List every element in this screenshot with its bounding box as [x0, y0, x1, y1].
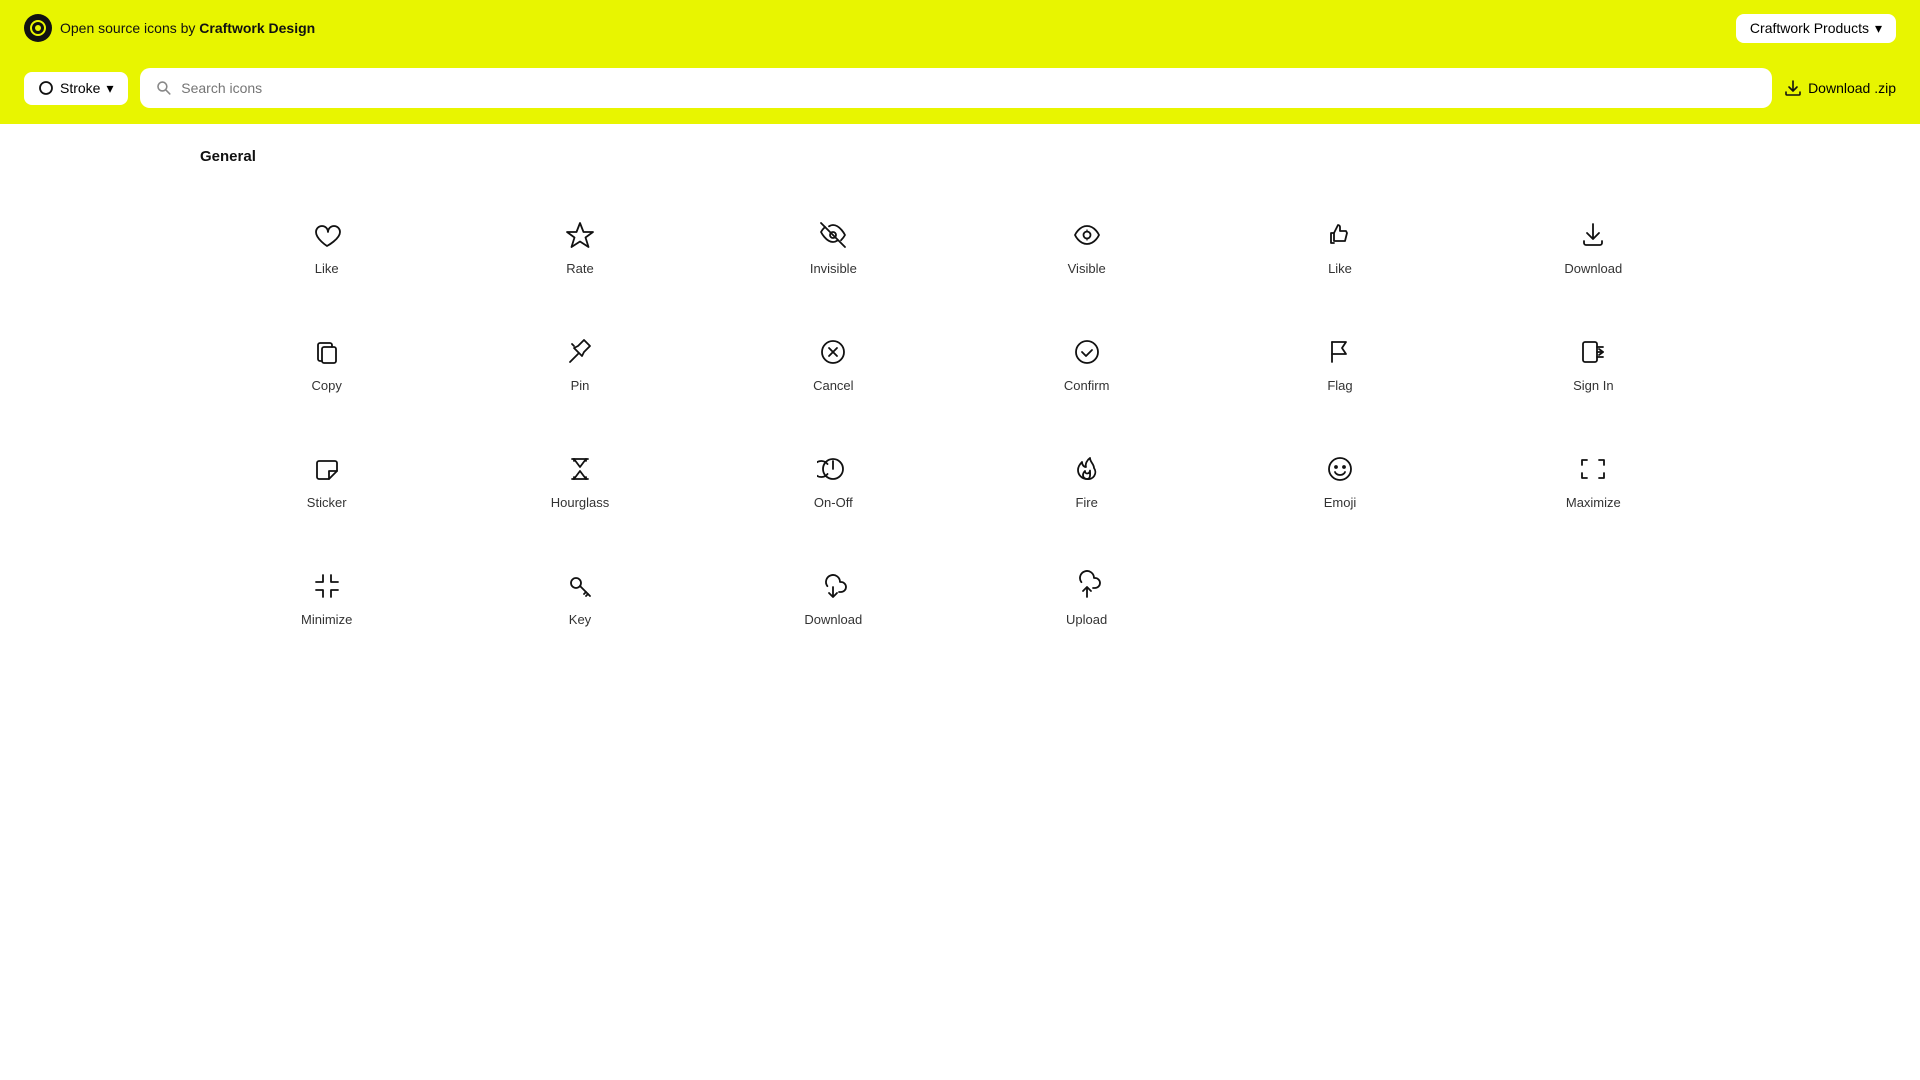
icon-label: Confirm — [1064, 378, 1110, 393]
icon-item-sign-in[interactable]: Sign In — [1467, 306, 1720, 423]
top-bar-left: Open source icons by Craftwork Design — [24, 14, 315, 42]
search-bar: Stroke ▾ Download .zip — [0, 56, 1920, 124]
craftwork-products-button[interactable]: Craftwork Products ▾ — [1736, 14, 1896, 43]
copy-doc-icon — [311, 336, 343, 368]
cancel-circle-icon — [817, 336, 849, 368]
search-icon — [156, 80, 172, 96]
maximize-icon — [1577, 453, 1609, 485]
download-arrow-icon — [1577, 219, 1609, 251]
icon-label: Invisible — [810, 261, 857, 276]
upload-cloud-icon — [1071, 570, 1103, 602]
sign-in-icon — [1577, 336, 1609, 368]
icon-item-fire[interactable]: Fire — [960, 423, 1213, 540]
top-bar-right: Craftwork Products ▾ — [1736, 14, 1896, 43]
icon-label: Flag — [1327, 378, 1352, 393]
craftwork-logo — [24, 14, 52, 42]
icon-label: Upload — [1066, 612, 1107, 627]
icon-label: Like — [1328, 261, 1352, 276]
icon-label: Emoji — [1324, 495, 1357, 510]
icon-item-cancel[interactable]: Cancel — [707, 306, 960, 423]
like-thumb-icon — [1324, 219, 1356, 251]
confirm-check-icon — [1071, 336, 1103, 368]
icon-item-like-thumb[interactable]: Like — [1213, 189, 1466, 306]
icon-label: Fire — [1075, 495, 1097, 510]
icon-label: Copy — [311, 378, 341, 393]
icon-item-visible[interactable]: Visible — [960, 189, 1213, 306]
icon-label: Pin — [571, 378, 590, 393]
visible-eye-icon — [1071, 219, 1103, 251]
icon-item-upload[interactable]: Upload — [960, 540, 1213, 657]
flag-icon — [1324, 336, 1356, 368]
minimize-icon — [311, 570, 343, 602]
icon-label: Hourglass — [551, 495, 610, 510]
on-off-icon — [817, 453, 849, 485]
icon-label: Visible — [1068, 261, 1106, 276]
icon-item-sticker[interactable]: Sticker — [200, 423, 453, 540]
icon-item-hourglass[interactable]: Hourglass — [453, 423, 706, 540]
icon-label: Maximize — [1566, 495, 1621, 510]
sticker-icon — [311, 453, 343, 485]
icon-label: Download — [1564, 261, 1622, 276]
icon-grid: Like Rate Invisible — [200, 189, 1720, 657]
icon-label: Minimize — [301, 612, 352, 627]
icon-label: Rate — [566, 261, 593, 276]
download-cloud-icon — [817, 570, 849, 602]
icon-label: Like — [315, 261, 339, 276]
icon-label: On-Off — [814, 495, 853, 510]
circle-stroke-icon — [38, 80, 54, 96]
icon-label: Cancel — [813, 378, 853, 393]
search-input[interactable] — [181, 80, 1756, 96]
like-heart-icon — [311, 219, 343, 251]
rate-star-icon — [564, 219, 596, 251]
icon-item-download[interactable]: Download — [1467, 189, 1720, 306]
icon-item-minimize[interactable]: Minimize — [200, 540, 453, 657]
icon-item-flag[interactable]: Flag — [1213, 306, 1466, 423]
download-zip-button[interactable]: Download .zip — [1784, 79, 1896, 97]
invisible-eye-icon — [817, 219, 849, 251]
section-label: General — [200, 148, 1720, 165]
key-icon — [564, 570, 596, 602]
emoji-icon — [1324, 453, 1356, 485]
icon-item-copy[interactable]: Copy — [200, 306, 453, 423]
icon-item-confirm[interactable]: Confirm — [960, 306, 1213, 423]
pin-icon — [564, 336, 596, 368]
stroke-selector-button[interactable]: Stroke ▾ — [24, 72, 128, 105]
icon-label: Sign In — [1573, 378, 1613, 393]
icon-item-download2[interactable]: Download — [707, 540, 960, 657]
download-zip-icon — [1784, 79, 1802, 97]
main-content: General Like Rate Invisible — [0, 124, 1920, 681]
icon-label: Download — [804, 612, 862, 627]
top-bar-tagline: Open source icons by Craftwork Design — [60, 20, 315, 36]
hourglass-icon — [564, 453, 596, 485]
icon-label: Key — [569, 612, 591, 627]
icon-item-key[interactable]: Key — [453, 540, 706, 657]
icon-item-like-heart[interactable]: Like — [200, 189, 453, 306]
products-chevron-icon: ▾ — [1875, 20, 1882, 37]
fire-icon — [1071, 453, 1103, 485]
icon-item-invisible[interactable]: Invisible — [707, 189, 960, 306]
icon-item-emoji[interactable]: Emoji — [1213, 423, 1466, 540]
icon-label: Sticker — [307, 495, 347, 510]
top-bar: Open source icons by Craftwork Design Cr… — [0, 0, 1920, 56]
icon-item-rate[interactable]: Rate — [453, 189, 706, 306]
icon-item-on-off[interactable]: On-Off — [707, 423, 960, 540]
icon-item-maximize[interactable]: Maximize — [1467, 423, 1720, 540]
icon-item-pin[interactable]: Pin — [453, 306, 706, 423]
search-input-wrap — [140, 68, 1773, 108]
stroke-chevron-icon: ▾ — [106, 80, 113, 97]
